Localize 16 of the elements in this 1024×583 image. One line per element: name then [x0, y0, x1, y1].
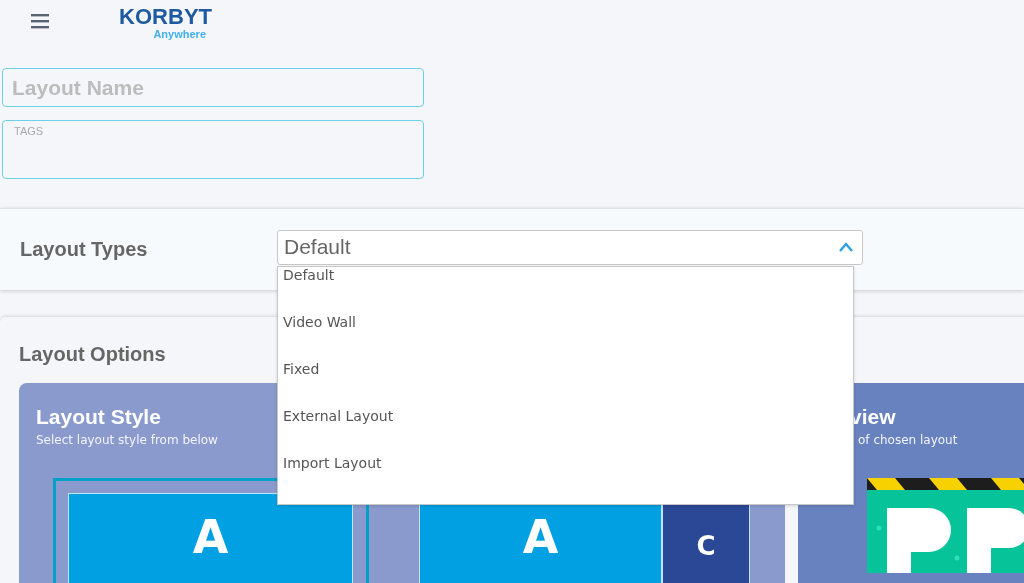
dropdown-option[interactable]: External Layout: [278, 408, 853, 455]
layout-zone: A: [68, 493, 353, 583]
dropdown-option[interactable]: Video Wall: [278, 314, 853, 361]
dropdown-option[interactable]: Fixed: [278, 361, 853, 408]
card-subtitle: of chosen layout: [858, 433, 958, 447]
layout-name-field[interactable]: Layout Name: [2, 68, 424, 107]
layout-types-label: Layout Types: [20, 238, 149, 261]
logo-subtitle: Anywhere: [153, 28, 206, 40]
dropdown-option[interactable]: Default: [278, 267, 853, 314]
card-title: Layout Style: [36, 405, 161, 429]
tags-field[interactable]: TAGS: [2, 120, 424, 179]
logo: KORBYT: [119, 6, 212, 28]
section-title: Layout Options: [19, 343, 166, 367]
card-subtitle: Select layout style from below: [36, 433, 218, 447]
chevron-icon: [838, 242, 854, 252]
layout-type-select[interactable]: Default: [277, 229, 863, 265]
